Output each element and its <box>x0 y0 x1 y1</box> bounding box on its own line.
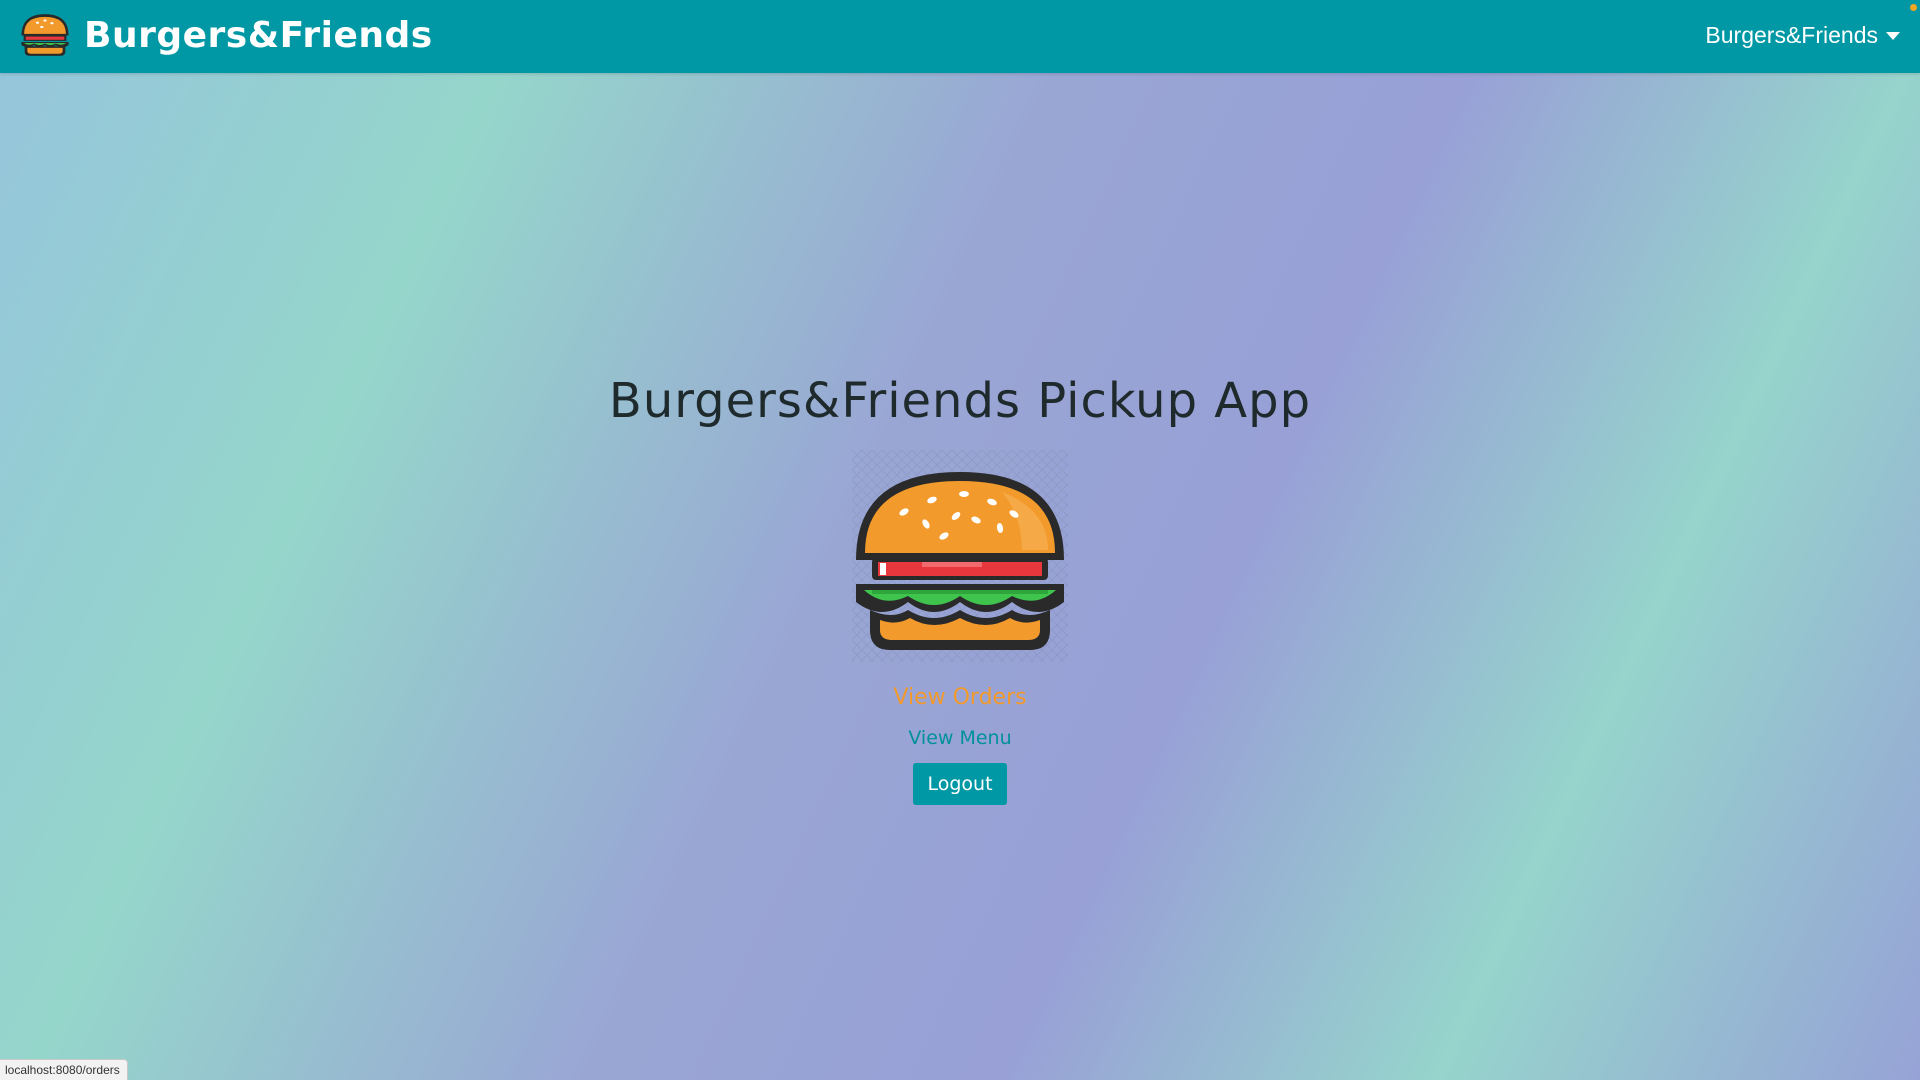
caret-down-icon <box>1886 31 1900 40</box>
burger-icon <box>21 14 69 56</box>
view-menu-link[interactable]: View Menu <box>0 727 1920 749</box>
status-url: localhost:8080/orders <box>5 1063 120 1077</box>
logout-button[interactable]: Logout <box>913 763 1007 805</box>
view-orders-link[interactable]: View Orders <box>0 685 1920 710</box>
account-dropdown[interactable]: Burgers&Friends <box>1705 22 1900 49</box>
top-navbar: Burgers&Friends Burgers&Friends <box>0 0 1920 73</box>
page-title: Burgers&Friends Pickup App <box>608 373 1312 429</box>
account-dropdown-label: Burgers&Friends <box>1705 22 1878 48</box>
burger-icon <box>852 450 1068 662</box>
browser-status-bar: localhost:8080/orders <box>0 1059 128 1080</box>
notification-dot <box>1910 4 1917 11</box>
brand-home-link[interactable]: Burgers&Friends <box>18 12 433 58</box>
main-content: Burgers&Friends Pickup App View Orders V… <box>0 73 1920 1080</box>
brand-name: Burgers&Friends <box>84 14 433 56</box>
